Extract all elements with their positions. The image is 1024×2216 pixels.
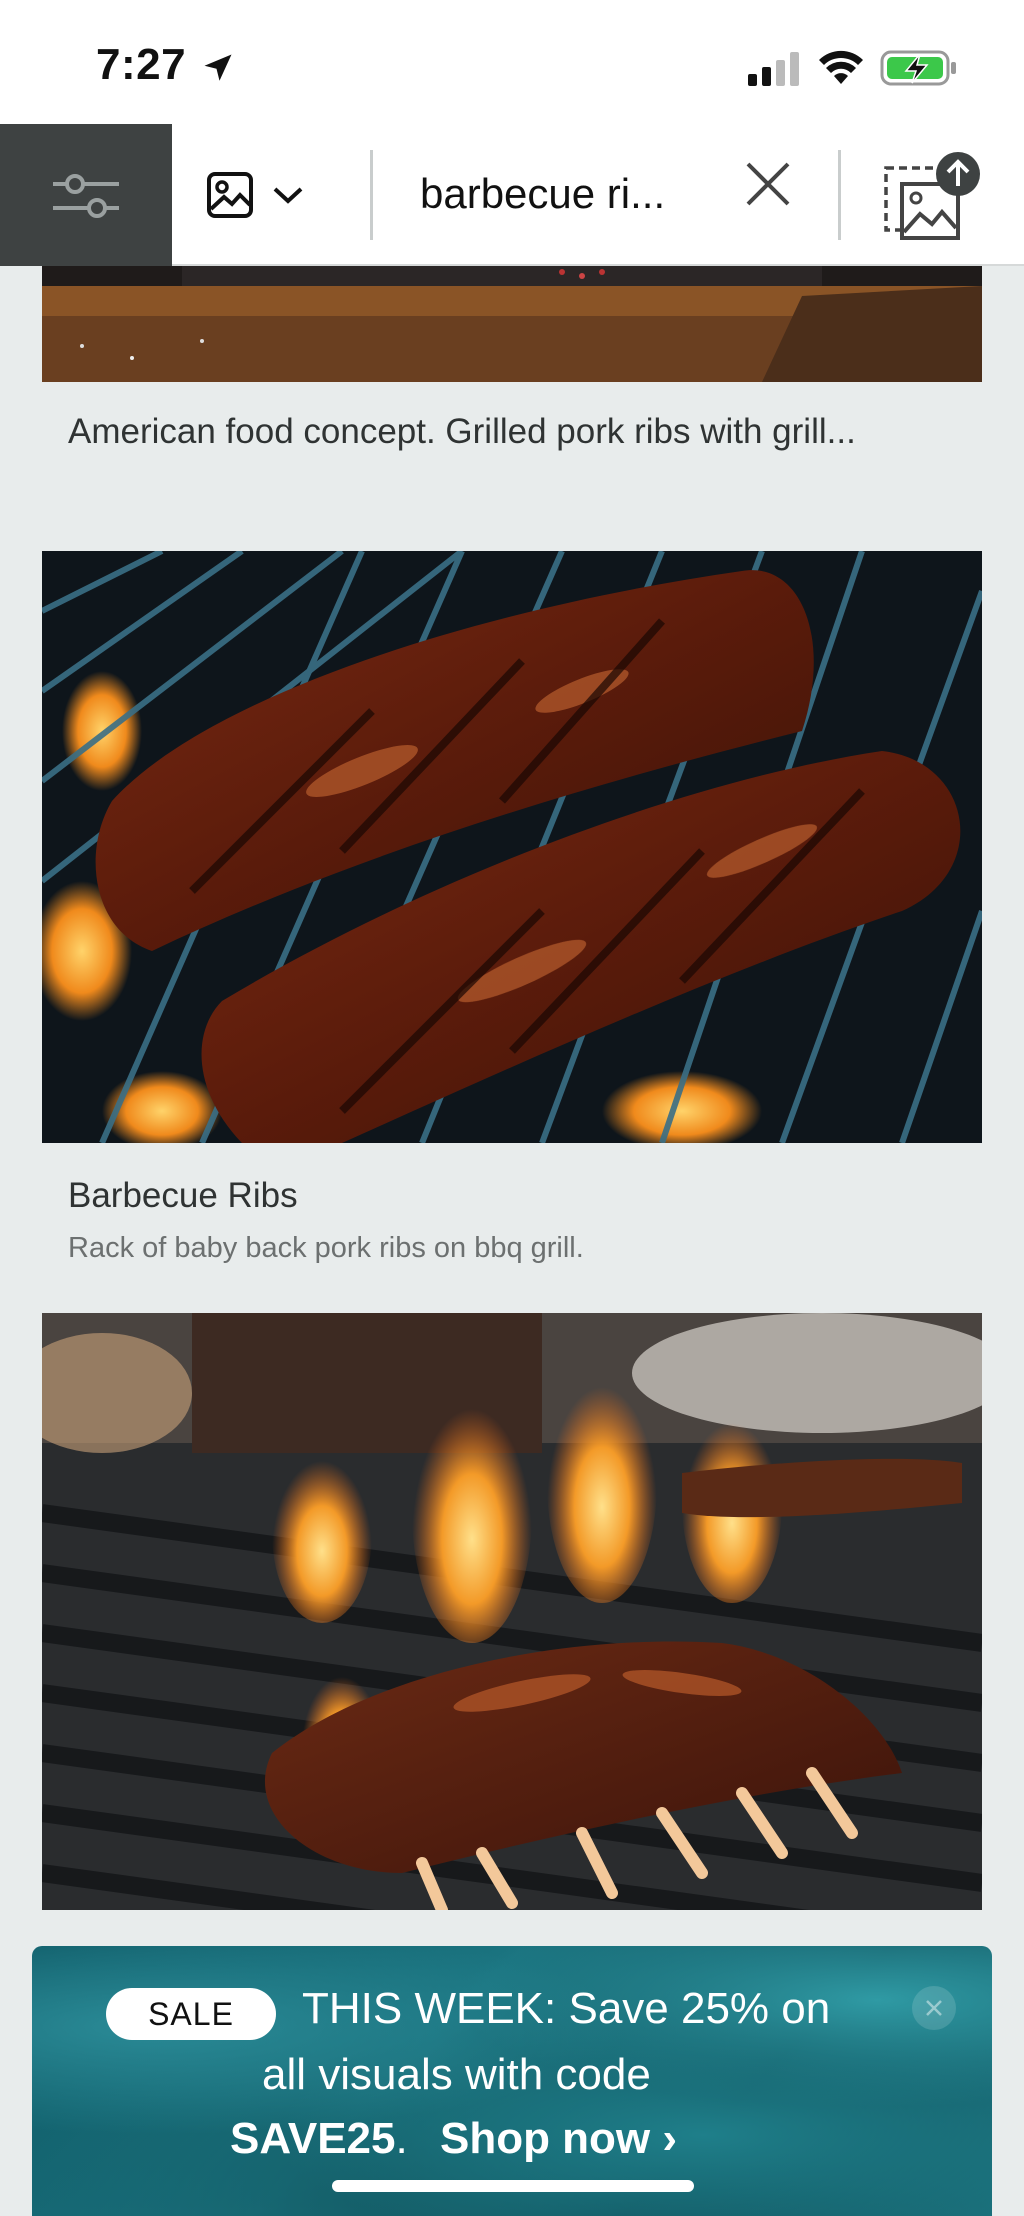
- search-input[interactable]: [420, 154, 720, 234]
- filter-button[interactable]: [0, 124, 172, 266]
- cellular-signal-icon: [748, 52, 799, 86]
- ribs-flames-photo: [42, 1313, 982, 1910]
- result-description: Rack of baby back pork ribs on bbq grill…: [68, 1232, 584, 1264]
- result-title[interactable]: Barbecue Ribs: [68, 1176, 968, 1216]
- promo-code-suffix: .: [395, 2114, 408, 2163]
- result-title[interactable]: American food concept. Grilled pork ribs…: [68, 412, 968, 452]
- promo-code: SAVE25: [230, 2114, 396, 2163]
- shop-now-link[interactable]: Shop now ›: [440, 2114, 677, 2163]
- close-icon: [926, 2000, 942, 2016]
- toolbar-divider: [838, 150, 841, 240]
- chevron-down-icon: [273, 187, 303, 204]
- ribs-photo-partial: [42, 266, 982, 382]
- sliders-icon: [53, 174, 119, 218]
- promo-code-line: SAVE25. Shop now ›: [230, 2114, 677, 2164]
- status-time: 7:27: [96, 40, 187, 89]
- toolbar-divider: [370, 150, 373, 240]
- media-type-dropdown[interactable]: [206, 158, 326, 232]
- result-image[interactable]: [42, 266, 982, 382]
- promo-headline: THIS WEEK: Save 25% on: [302, 1984, 831, 2033]
- image-upload-icon[interactable]: [880, 150, 984, 242]
- ribs-on-grill-photo: [42, 551, 982, 1143]
- battery-charging-icon: [880, 50, 956, 86]
- sale-badge: SALE: [106, 1988, 276, 2040]
- promo-close-button[interactable]: [912, 1986, 956, 2030]
- status-bar: 7:27: [0, 0, 1024, 124]
- close-icon[interactable]: [744, 160, 792, 208]
- search-toolbar: [0, 124, 1024, 266]
- wifi-icon: [819, 50, 863, 84]
- home-indicator: [332, 2180, 694, 2192]
- promo-banner[interactable]: SALE THIS WEEK: Save 25% on all visuals …: [32, 1946, 992, 2216]
- image-icon: [207, 172, 253, 218]
- result-image[interactable]: [42, 1313, 982, 1910]
- result-image[interactable]: [42, 551, 982, 1143]
- location-arrow-icon: [204, 54, 232, 81]
- promo-subline: all visuals with code: [262, 2050, 651, 2099]
